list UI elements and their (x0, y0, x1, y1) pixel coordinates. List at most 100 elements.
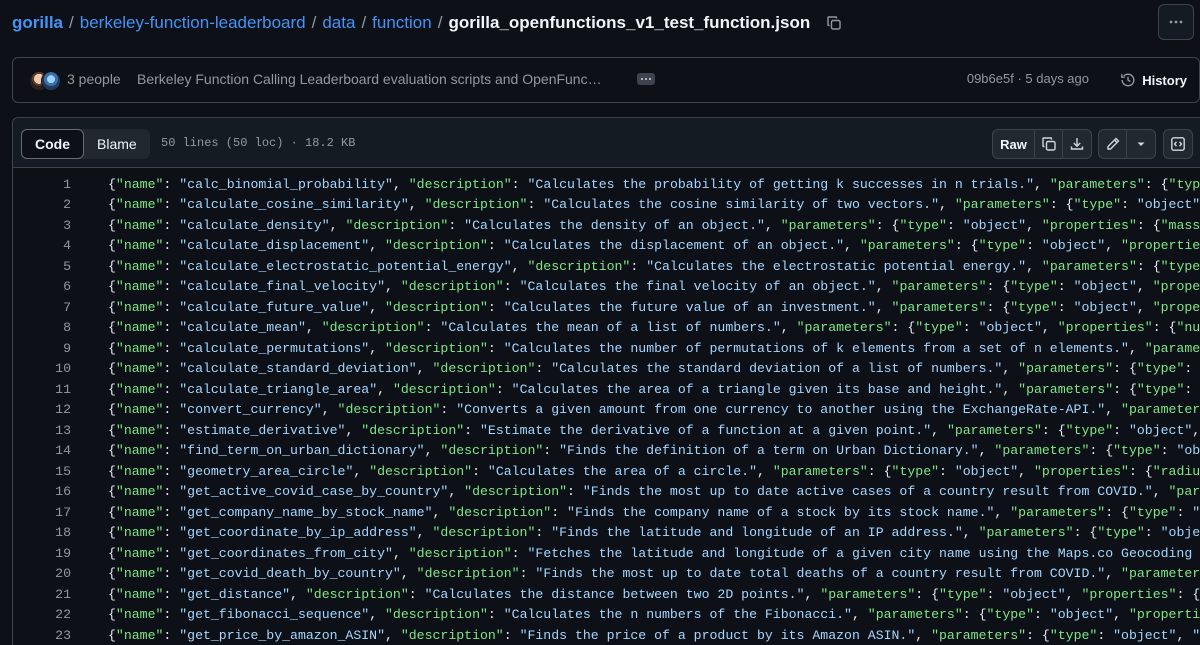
symbols-panel-button[interactable] (1164, 130, 1192, 158)
line-number[interactable]: 17 (13, 505, 71, 520)
json-string-value: calculate_density (187, 217, 322, 233)
contributor-avatars[interactable] (29, 70, 61, 92)
quote: " (392, 566, 401, 582)
json-string-value: calculate_mean (187, 320, 298, 336)
quote: " (424, 504, 433, 520)
line-number[interactable]: 14 (13, 443, 71, 458)
quote: " (416, 443, 425, 459)
quote: " (923, 422, 932, 438)
json-string: "Calculates the n numbers of the Fibonac… (504, 607, 852, 622)
line-number[interactable]: 8 (13, 320, 71, 335)
quote: " (179, 361, 188, 377)
line-number[interactable]: 16 (13, 484, 71, 499)
punctuation: , (1033, 176, 1050, 192)
copy-raw-button[interactable] (1035, 130, 1063, 158)
edit-dropdown-button[interactable] (1127, 130, 1155, 158)
json-string: "get_coordinates_from_city" (179, 546, 393, 561)
line-number[interactable]: 2 (13, 197, 71, 212)
line-number[interactable]: 23 (13, 628, 71, 643)
raw-button[interactable]: Raw (993, 130, 1035, 158)
kebab-horizontal-icon (1169, 20, 1183, 24)
json-key: "description" (464, 484, 568, 500)
line-number[interactable]: 15 (13, 464, 71, 479)
json-string: "calculate_density" (179, 218, 329, 233)
json-key: "name" (115, 402, 164, 418)
json-key: "description" (432, 361, 536, 377)
json-string: "object" (1160, 525, 1200, 541)
punctuation: : (986, 279, 1003, 295)
history-button[interactable]: History (1120, 68, 1187, 92)
json-key: "parameters" (1121, 566, 1200, 582)
json-key: "description" (385, 607, 488, 623)
json-string: "Calculates the electrostatic potential … (646, 259, 1026, 274)
json-key: "description" (321, 320, 425, 336)
json-key: "name" (115, 381, 164, 397)
punctuation: , (448, 484, 465, 500)
quote: " (487, 463, 496, 479)
json-key: "properties" (1057, 320, 1153, 336)
json-key: "parameters" (1049, 176, 1145, 192)
json-string: "object" (1113, 627, 1177, 643)
breadcrumb-repo-link[interactable]: gorilla (12, 12, 63, 34)
breadcrumb-dir-link[interactable]: data (322, 12, 355, 34)
line-number[interactable]: 18 (13, 525, 71, 540)
punctuation: , (1152, 484, 1169, 500)
breadcrumb-dir-link[interactable]: function (372, 12, 432, 34)
line-number[interactable]: 7 (13, 300, 71, 315)
punctuation: , (994, 504, 1011, 520)
punctuation: : (464, 422, 480, 438)
line-number[interactable]: 9 (13, 341, 71, 356)
quote: " (424, 586, 433, 602)
tab-blame[interactable]: Blame (84, 129, 150, 159)
punctuation: : (1041, 422, 1058, 438)
json-string: "Calculates the standard deviation of a … (551, 361, 1002, 376)
line-number[interactable]: 4 (13, 238, 71, 253)
punctuation: { (1105, 443, 1114, 459)
code-text: {"name": "get_coordinates_from_city", "d… (71, 546, 1200, 561)
copy-path-button[interactable] (824, 13, 844, 33)
download-button[interactable] (1063, 130, 1091, 158)
json-string-value: Calculates the mean of a list of numbers… (448, 320, 773, 336)
punctuation: { (1128, 381, 1137, 397)
code-line: 20 {"name": "get_covid_death_by_country",… (13, 564, 1200, 585)
line-number[interactable]: 21 (13, 587, 71, 602)
line-number[interactable]: 1 (13, 177, 71, 192)
line-number[interactable]: 20 (13, 566, 71, 581)
breadcrumb-dir-link[interactable]: berkeley-function-leaderboard (80, 12, 306, 34)
expand-commit-message-button[interactable] (637, 73, 655, 85)
line-number[interactable]: 12 (13, 402, 71, 417)
code-view[interactable]: 1 {"name": "calc_binomial_probability", "… (13, 174, 1200, 645)
code-text: {"name": "calculate_cosine_similarity", … (71, 197, 1200, 212)
more-options-button[interactable] (1158, 4, 1194, 40)
line-number[interactable]: 3 (13, 218, 71, 233)
edit-button[interactable] (1099, 130, 1127, 158)
quote: " (408, 361, 417, 377)
json-string: "Finds the price of a product by its Ama… (520, 628, 916, 643)
line-number[interactable]: 19 (13, 546, 71, 561)
breadcrumb-separator: / (69, 13, 74, 32)
commit-message[interactable]: Berkeley Function Calling Leaderboard ev… (137, 71, 629, 87)
json-key: "mass" (1160, 217, 1200, 233)
json-key: "description" (424, 197, 528, 213)
contributors-count[interactable]: 3 people (67, 71, 121, 87)
line-number[interactable]: 11 (13, 382, 71, 397)
quote: " (282, 586, 291, 602)
json-string: "get_covid_death_by_country" (179, 566, 401, 581)
tab-code[interactable]: Code (21, 129, 84, 159)
line-number[interactable]: 5 (13, 259, 71, 274)
punctuation: , (1002, 381, 1019, 397)
commit-sha-time[interactable]: 09b6e5f · 5 days ago (967, 71, 1089, 86)
json-key: "description" (400, 627, 504, 643)
json-key: "name" (115, 463, 164, 479)
punctuation: : (1184, 361, 1200, 377)
line-number[interactable]: 22 (13, 607, 71, 622)
punctuation: : (1097, 627, 1114, 643)
line-number[interactable]: 6 (13, 279, 71, 294)
punctuation: : (630, 258, 647, 274)
json-key: "parameters" (820, 586, 916, 602)
punctuation: { (108, 525, 116, 541)
quote: " (179, 320, 188, 336)
line-number[interactable]: 13 (13, 423, 71, 438)
punctuation: , (290, 586, 306, 602)
line-number[interactable]: 10 (13, 361, 71, 376)
